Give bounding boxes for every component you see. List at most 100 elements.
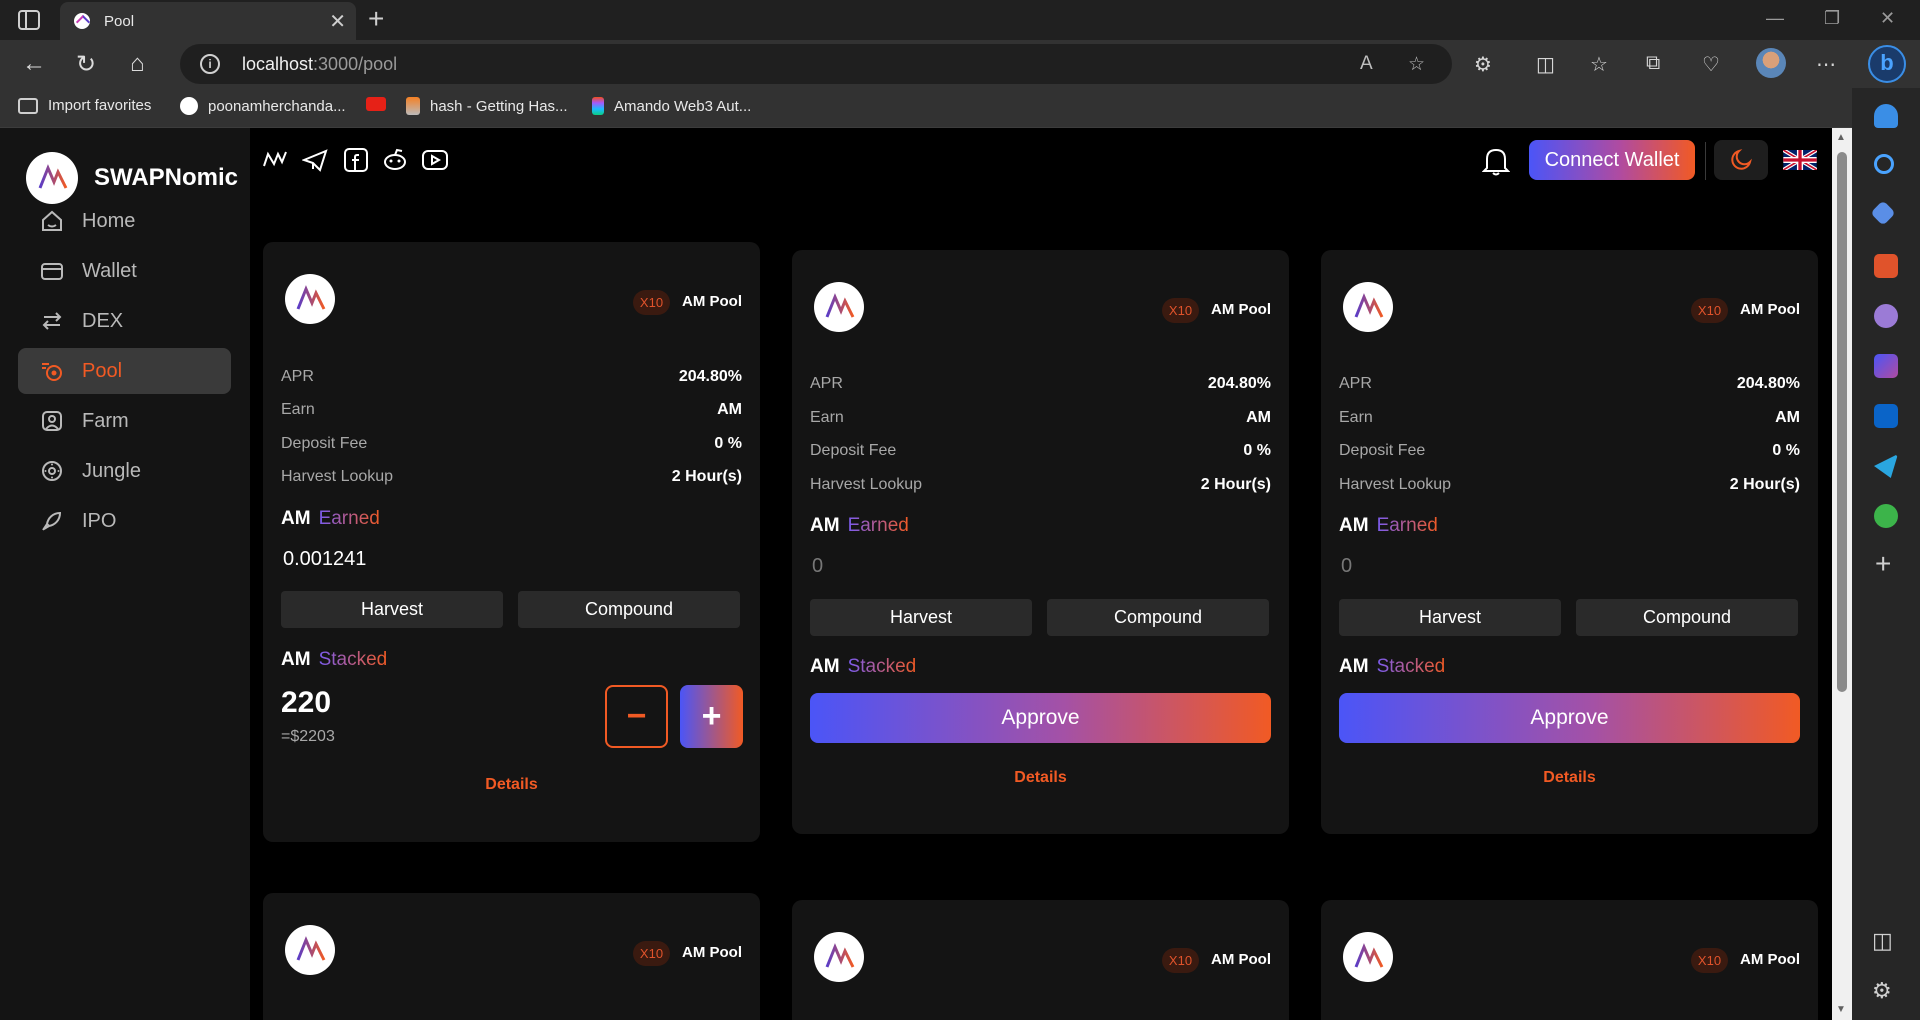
home-browser-icon[interactable]: ⌂ [130,50,145,78]
favorite-github[interactable]: poonamherchanda... [180,97,346,115]
compound-button[interactable]: Compound [1576,599,1798,636]
reddit-icon[interactable] [382,148,408,172]
telegram-icon[interactable] [302,148,328,172]
approve-button[interactable]: Approve [810,693,1271,743]
games-icon[interactable] [1874,304,1898,328]
telegram-send-icon[interactable] [1874,454,1898,478]
favorite-label: Amando Web3 Aut... [614,97,752,115]
outlook-icon[interactable] [1874,404,1898,428]
sidebar-layout-icon[interactable]: ◫ [1872,928,1893,954]
am-logo-icon [1354,943,1384,968]
browser-tab[interactable]: Pool ✕ [60,2,356,40]
harvest-lookup-value: 2 Hour(s) [671,468,742,485]
harvest-button[interactable]: Harvest [1339,599,1561,636]
scrollbar-thumb[interactable] [1837,152,1847,692]
favorite-label: hash - Getting Has... [430,97,568,115]
compound-button[interactable]: Compound [1047,599,1269,636]
theme-toggle-button[interactable] [1714,140,1768,180]
bing-copilot-icon[interactable]: b [1868,45,1906,83]
sidebar-item-label: Pool [82,359,123,382]
medium-icon[interactable] [262,148,288,172]
favorite-label: Import favorites [48,97,152,114]
apr-value: 204.80% [678,368,742,385]
facebook-icon[interactable] [343,148,369,172]
favorite-star-icon[interactable]: ☆ [1408,53,1425,76]
earned-value: 0 [812,555,824,577]
sidebar-item-home[interactable]: Home [18,198,231,244]
pool-token-logo [285,274,335,324]
extensions-icon[interactable]: ⚙ [1474,52,1492,77]
page-scrollbar[interactable]: ▲ ▼ [1832,128,1852,1020]
earn-value: AM [1246,409,1271,426]
split-screen-icon[interactable]: ◫ [1536,52,1555,77]
apr-value: 204.80% [1736,375,1800,392]
sidebar-item-wallet[interactable]: Wallet [18,248,231,294]
add-sidebar-app-icon[interactable]: + [1875,548,1891,580]
notification-bell-icon[interactable] [1482,146,1510,176]
app-sidebar: SWAPNomic Home Wallet DEX Pool Farm Jung… [0,128,250,1020]
scroll-down-icon[interactable]: ▼ [1836,1004,1846,1015]
new-tab-icon[interactable]: + [368,3,384,35]
sidebar-item-pool[interactable]: Pool [18,348,231,394]
sidebar-item-jungle[interactable]: Jungle [18,448,231,494]
close-window-icon[interactable]: ✕ [1880,8,1895,29]
harvest-lookup-label: Harvest Lookup [1339,476,1452,493]
pool-name: AM Pool [1740,951,1800,968]
youtube-icon [366,97,386,111]
harvest-button[interactable]: Harvest [810,599,1032,636]
youtube-social-icon[interactable] [422,148,448,172]
shopping-tag-icon[interactable] [1870,200,1896,226]
unstake-button[interactable]: − [605,685,668,748]
site-info-icon[interactable]: i [200,54,220,74]
address-bar[interactable]: i localhost:3000/pool A ☆ [180,44,1452,84]
uk-flag-icon[interactable] [1783,150,1817,170]
multiplier-badge: X10 [1162,298,1199,323]
stackoverflow-icon [406,97,420,115]
favorite-hash[interactable]: hash - Getting Has... [406,97,568,115]
brand-name: SWAPNomic [94,164,239,191]
favorite-youtube[interactable] [366,97,386,111]
am-logo-icon [825,293,855,318]
browser-essentials-icon[interactable]: ♡ [1702,52,1720,77]
harvest-button[interactable]: Harvest [281,591,503,628]
deposit-fee-value: 0 % [714,435,742,452]
tab-close-icon[interactable]: ✕ [329,9,346,34]
search-icon[interactable] [1874,154,1894,174]
details-link[interactable]: Details [1321,769,1818,787]
read-aloud-icon[interactable]: A [1360,53,1373,75]
sidebar-item-dex[interactable]: DEX [18,298,231,344]
profile-avatar[interactable] [1756,48,1786,78]
collections-icon[interactable]: ⧉ [1646,52,1660,75]
favorite-figma[interactable]: Amando Web3 Aut... [592,97,751,115]
earn-value: AM [717,401,742,418]
pool-token-logo [285,925,335,975]
tab-actions-icon[interactable] [18,10,40,30]
stacked-usd-value: =$2203 [281,728,335,745]
restore-icon[interactable]: ❐ [1824,8,1840,29]
favorite-import[interactable]: Import favorites [18,97,151,114]
scroll-up-icon[interactable]: ▲ [1836,132,1846,143]
notification-bell-icon[interactable] [1874,104,1898,128]
refresh-icon[interactable]: ↻ [76,50,96,79]
earn-label: Earn [1339,409,1373,426]
details-link[interactable]: Details [792,769,1289,787]
multiplier-badge: X10 [633,941,670,966]
back-icon[interactable]: ← [22,50,46,78]
favorites-icon[interactable]: ☆ [1590,52,1608,77]
stake-button[interactable]: + [680,685,743,748]
sidebar-item-farm[interactable]: Farm [18,398,231,444]
pool-token-logo [1343,282,1393,332]
approve-button[interactable]: Approve [1339,693,1800,743]
tools-icon[interactable] [1874,254,1898,278]
sidebar-settings-icon[interactable]: ⚙ [1872,978,1892,1004]
pool-token-logo [814,282,864,332]
copilot-icon[interactable] [1874,354,1898,378]
compound-button[interactable]: Compound [518,591,740,628]
tree-icon[interactable] [1874,504,1898,528]
sidebar-item-ipo[interactable]: IPO [18,498,231,544]
more-menu-icon[interactable]: ⋯ [1816,52,1836,77]
connect-wallet-button[interactable]: Connect Wallet [1529,140,1695,180]
minimize-icon[interactable]: — [1766,8,1784,29]
brand-logo[interactable] [26,152,78,204]
details-link[interactable]: Details [263,776,760,794]
